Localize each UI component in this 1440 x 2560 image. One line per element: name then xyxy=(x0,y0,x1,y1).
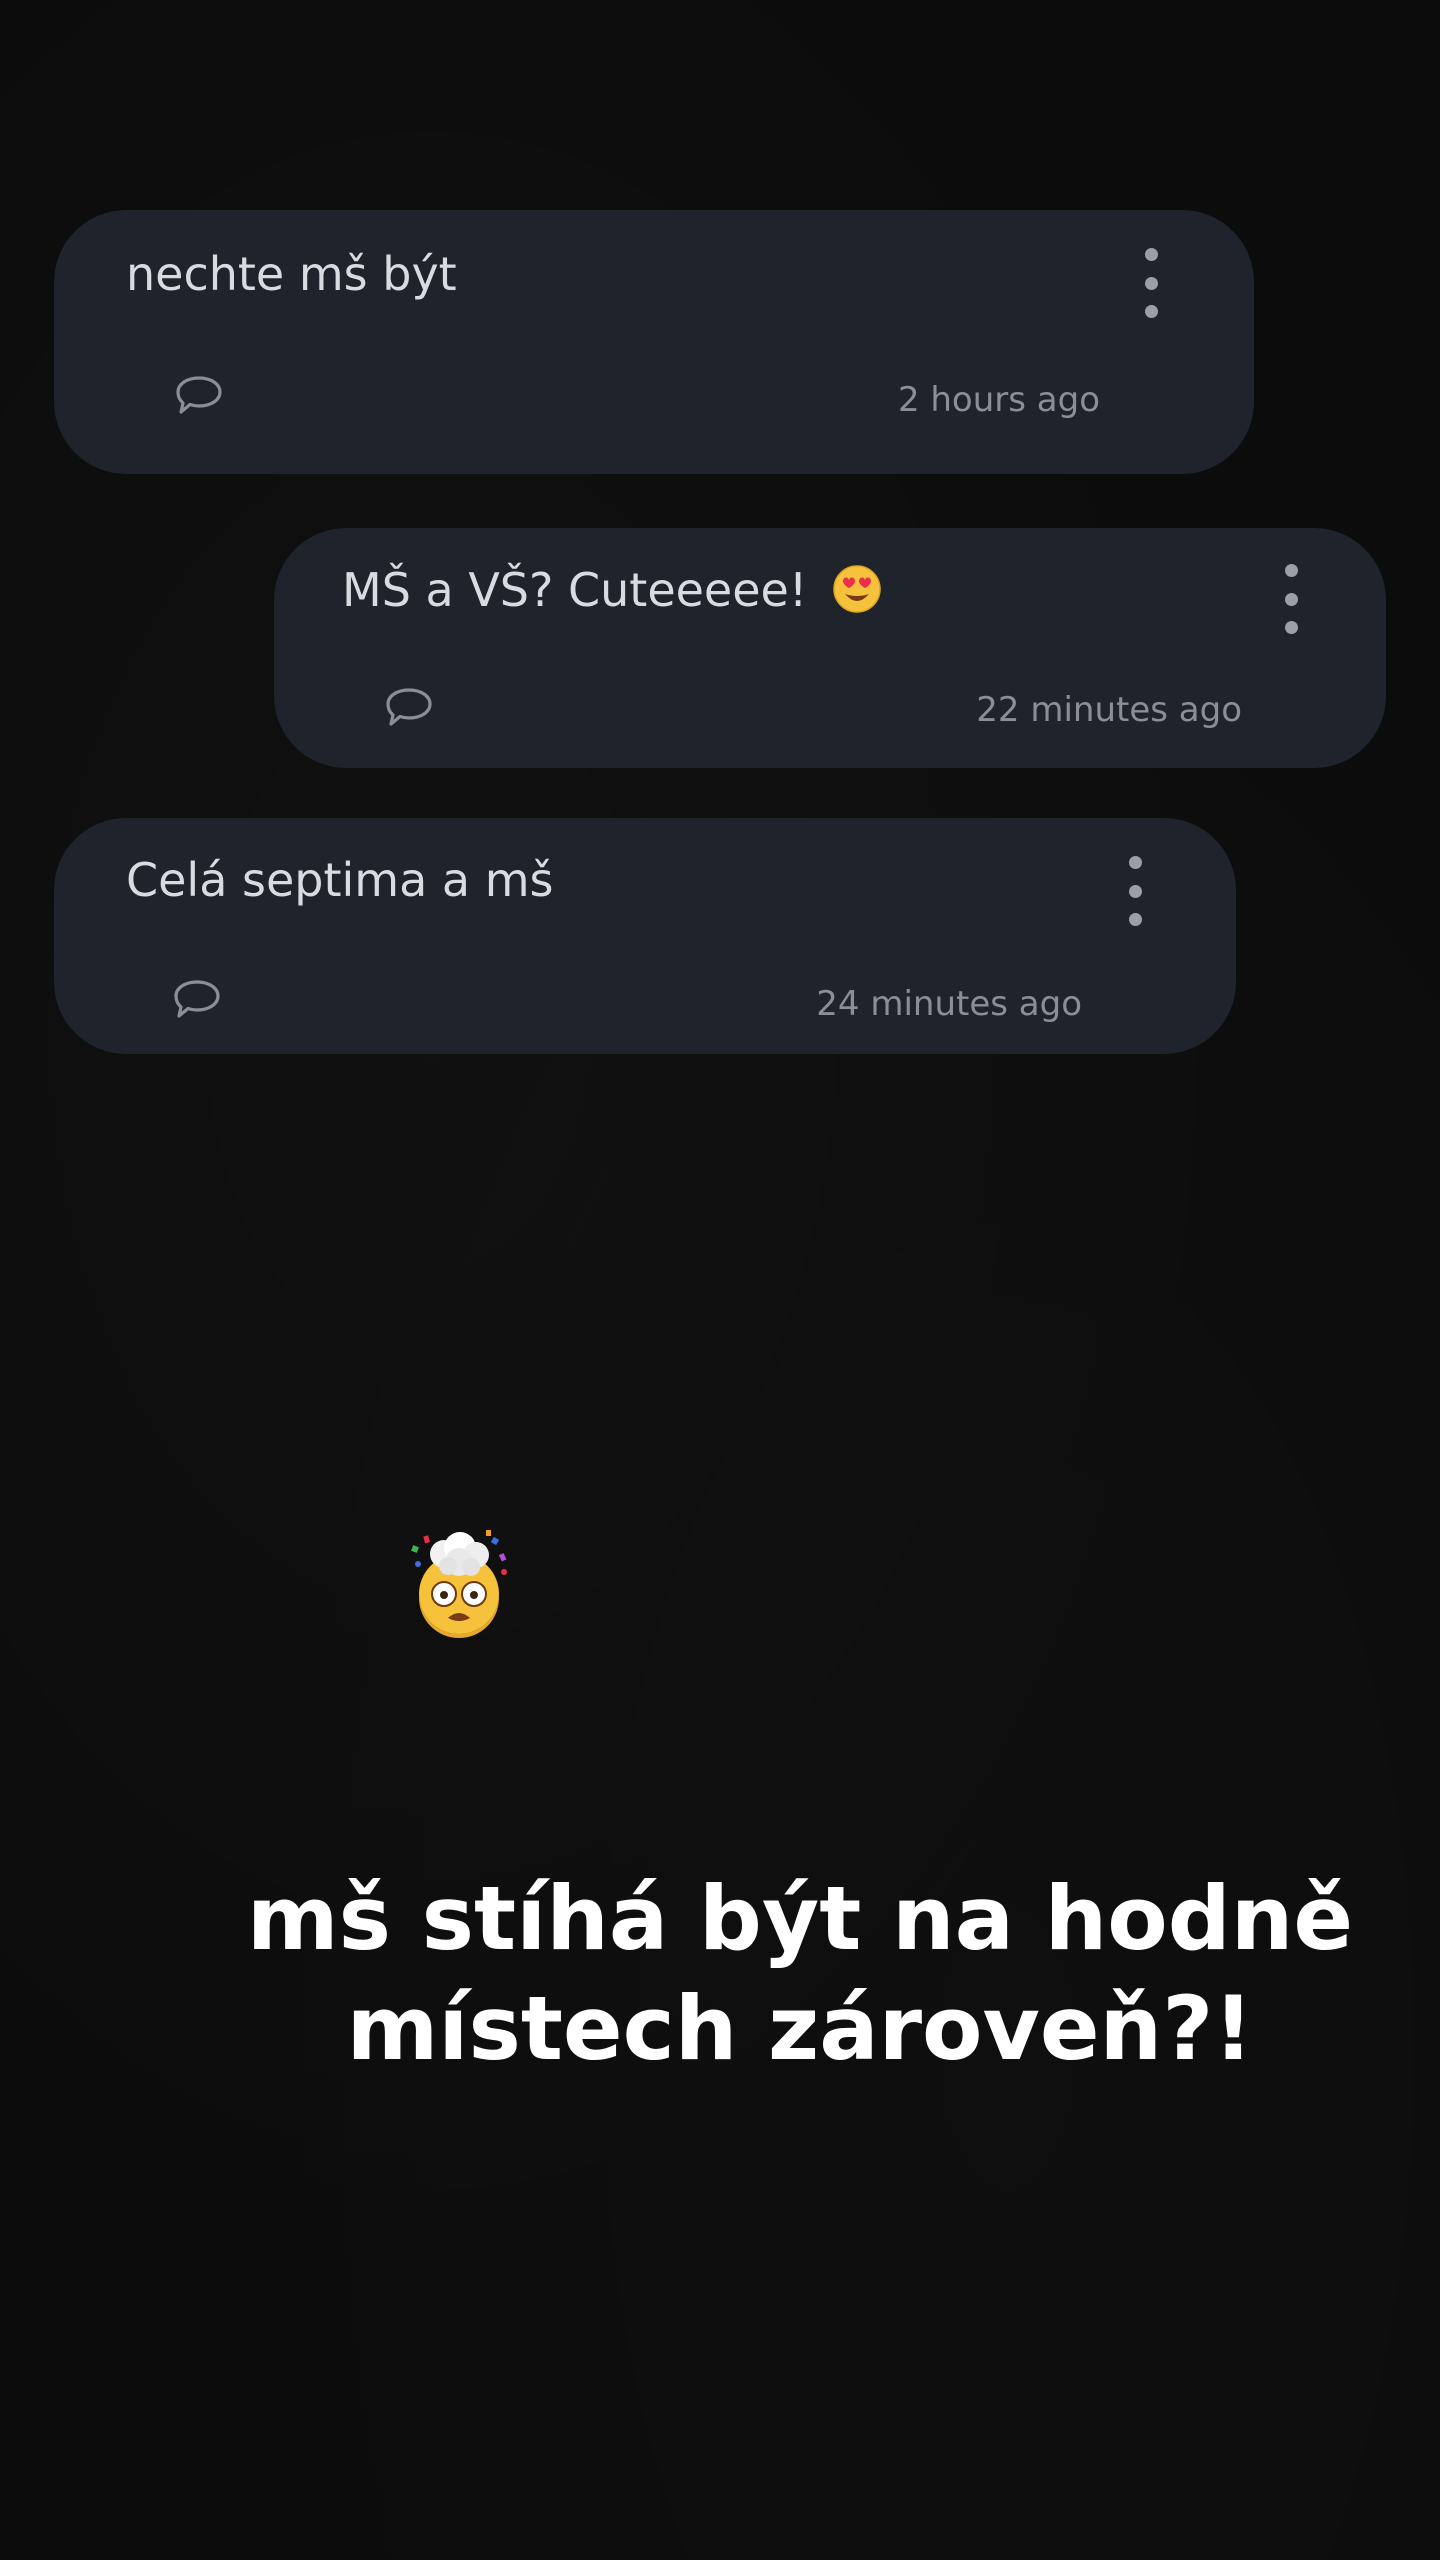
comment-icon[interactable] xyxy=(174,374,224,418)
comment-icon[interactable] xyxy=(172,978,222,1022)
comment-timestamp: 24 minutes ago xyxy=(816,984,1082,1024)
heart-eyes-emoji-icon xyxy=(833,565,881,613)
comment-timestamp: 2 hours ago xyxy=(897,380,1100,420)
comment-icon[interactable] xyxy=(384,686,434,730)
caption-line-1: mš stíhá být na hodně xyxy=(246,1867,1354,1970)
more-options-icon[interactable] xyxy=(1276,564,1306,634)
comment-timestamp: 22 minutes ago xyxy=(976,690,1242,730)
comment-card[interactable]: nechte mš být 2 hours ago xyxy=(54,210,1254,474)
exploding-head-emoji-icon xyxy=(411,1530,507,1638)
story-caption: mš stíhá být na hodně místech zároveň?! xyxy=(200,1864,1400,2084)
more-options-icon[interactable] xyxy=(1136,248,1166,318)
comment-card[interactable]: MŠ a VŠ? Cuteeeee! 22 minutes ago xyxy=(274,528,1386,768)
more-options-icon[interactable] xyxy=(1120,856,1150,926)
comment-card[interactable]: Celá septima a mš 24 minutes ago xyxy=(54,818,1236,1054)
comment-text: nechte mš být xyxy=(126,247,457,301)
comment-text-row: MŠ a VŠ? Cuteeeee! xyxy=(342,562,882,618)
comment-text: MŠ a VŠ? Cuteeeee! xyxy=(342,563,808,617)
comment-text: Celá septima a mš xyxy=(126,853,554,907)
caption-line-2: místech zároveň?! xyxy=(346,1977,1254,2080)
